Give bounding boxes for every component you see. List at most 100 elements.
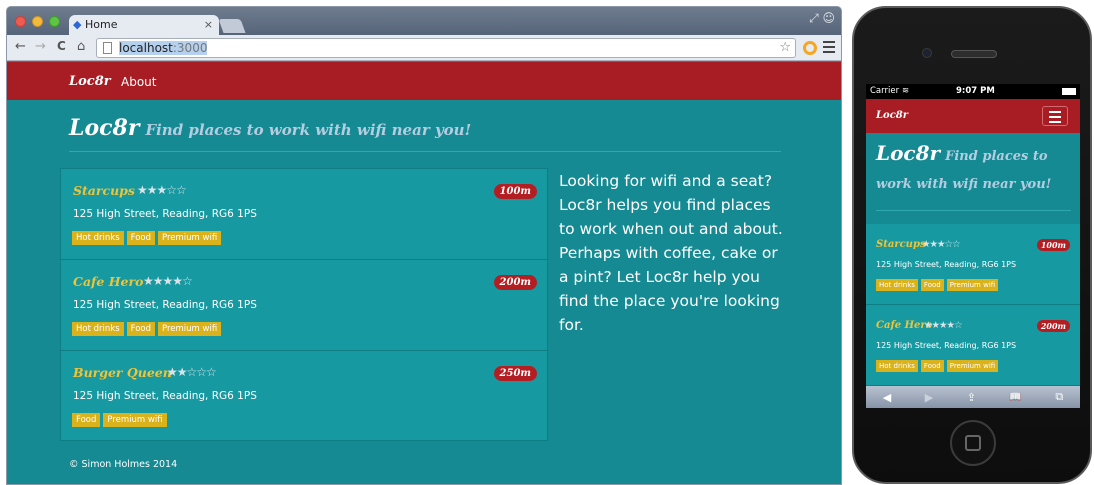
facility-tag: Premium wifi xyxy=(158,231,222,245)
facility-tag: Premium wifi xyxy=(158,322,222,336)
rating-stars-icon: ★★★★☆ xyxy=(924,320,963,331)
phone-navbar-brand[interactable]: Loc8r xyxy=(876,110,908,121)
facility-tag: Hot drinks xyxy=(876,279,918,291)
wifi-icon: ≋ xyxy=(902,86,910,96)
battery-icon xyxy=(1062,88,1076,95)
location-name[interactable]: Starcups xyxy=(73,183,135,198)
distance-badge: 100m xyxy=(493,184,537,199)
page-tagline: Find places to work with wifi near you! xyxy=(145,121,472,139)
location-list: Starcups ★★★☆☆ 100m 125 High Street, Rea… xyxy=(60,168,548,441)
extension-icon[interactable] xyxy=(803,41,817,55)
phone-header-divider xyxy=(876,210,1071,211)
tab-title: Home xyxy=(85,18,118,31)
location-address: 125 High Street, Reading, RG6 1PS xyxy=(73,390,257,402)
distance-badge: 100m xyxy=(1036,239,1070,251)
facility-tag: Hot drinks xyxy=(876,360,918,372)
safari-tabs-icon[interactable]: ⧉ xyxy=(1055,390,1063,404)
page-footer: © Simon Holmes 2014 xyxy=(69,459,178,470)
facility-tags: Hot drinks Food Premium wifi xyxy=(876,279,999,291)
facility-tag: Food xyxy=(72,413,101,427)
browser-window: ◆ Home × ⤢ ☺ ← → C ⌂ localhost:3000 ☆ Lo… xyxy=(6,6,842,485)
rating-stars-icon: ★★★☆☆ xyxy=(922,239,961,250)
page-logo: Loc8r xyxy=(69,115,140,141)
list-item: Cafe Hero ★★★★☆ 200m 125 High Street, Re… xyxy=(61,260,547,351)
list-item: Cafe Hero ★★★★☆ 200m 125 High Street, Re… xyxy=(866,305,1080,386)
facility-tag: Food xyxy=(126,322,156,336)
facility-tags: Hot drinks Food Premium wifi xyxy=(876,360,999,372)
carrier-label: Carrier xyxy=(870,86,900,96)
new-tab-button[interactable] xyxy=(218,19,246,33)
forward-button[interactable]: → xyxy=(35,39,46,54)
tab-close-icon[interactable]: × xyxy=(204,15,213,35)
facility-tags: Hot drinks Food Premium wifi xyxy=(72,231,222,245)
bookmark-star-icon[interactable]: ☆ xyxy=(779,39,791,57)
rating-stars-icon: ★★★☆☆ xyxy=(137,183,187,197)
safari-toolbar: ◀ ▶ ⇪ 📖 ⧉ xyxy=(866,386,1080,408)
url-text: localhost:3000 xyxy=(119,41,208,55)
location-address: 125 High Street, Reading, RG6 1PS xyxy=(876,341,1017,350)
header-divider xyxy=(69,151,781,152)
nav-about-link[interactable]: About xyxy=(121,75,156,89)
navbar-brand[interactable]: Loc8r xyxy=(69,74,111,89)
location-name[interactable]: Burger Queen xyxy=(73,365,172,380)
facility-tag: Premium wifi xyxy=(946,279,999,291)
ios-status-bar: Carrier ≋ 9:07 PM xyxy=(866,84,1080,99)
tab-home[interactable]: ◆ Home × xyxy=(69,15,219,35)
list-item: Starcups ★★★☆☆ 100m 125 High Street, Rea… xyxy=(866,224,1080,305)
rating-stars-icon: ★★☆☆☆ xyxy=(167,365,217,379)
phone-page-logo: Loc8r xyxy=(876,141,941,165)
zoom-window-button[interactable] xyxy=(49,16,60,27)
title-bar: ◆ Home × ⤢ ☺ xyxy=(7,7,841,35)
page-icon xyxy=(103,42,112,54)
tab-favicon-icon: ◆ xyxy=(73,18,82,31)
home-button[interactable] xyxy=(950,420,996,466)
phone-page-header: Loc8r Find places to work with wifi near… xyxy=(876,140,1071,198)
location-address: 125 High Street, Reading, RG6 1PS xyxy=(876,260,1017,269)
url-port: :3000 xyxy=(172,41,208,55)
site-navbar: Loc8r About xyxy=(7,62,841,100)
browser-menu-icon[interactable] xyxy=(823,41,835,53)
sidebar-description: Looking for wifi and a seat? Loc8r helps… xyxy=(559,172,783,334)
url-host: localhost xyxy=(119,41,173,55)
fullscreen-icon[interactable]: ⤢ ☺ xyxy=(809,11,835,26)
facility-tag: Hot drinks xyxy=(72,322,124,336)
minimize-window-button[interactable] xyxy=(32,16,43,27)
facility-tag: Food xyxy=(920,279,944,291)
home-button[interactable]: ⌂ xyxy=(77,39,85,54)
distance-badge: 200m xyxy=(493,275,537,290)
status-time: 9:07 PM xyxy=(956,86,995,96)
phone-location-list: Starcups ★★★☆☆ 100m 125 High Street, Rea… xyxy=(866,224,1080,386)
browser-toolbar: ← → C ⌂ localhost:3000 ☆ xyxy=(7,35,841,61)
back-button[interactable]: ← xyxy=(15,39,26,54)
reload-button[interactable]: C xyxy=(57,39,66,53)
safari-share-icon[interactable]: ⇪ xyxy=(967,391,976,404)
list-item: Starcups ★★★☆☆ 100m 125 High Street, Rea… xyxy=(61,169,547,260)
page-header: Loc8r Find places to work with wifi near … xyxy=(69,115,781,141)
distance-badge: 250m xyxy=(493,366,537,381)
list-item: Burger Queen ★★☆☆☆ 250m 125 High Street,… xyxy=(61,351,547,442)
speaker-grille xyxy=(951,50,997,58)
safari-back-icon[interactable]: ◀ xyxy=(883,391,891,404)
phone-screen: Carrier ≋ 9:07 PM Loc8r Loc8r Find place… xyxy=(866,84,1080,408)
address-bar[interactable]: localhost:3000 ☆ xyxy=(96,38,796,58)
facility-tag: Hot drinks xyxy=(72,231,124,245)
facility-tags: Hot drinks Food Premium wifi xyxy=(72,322,222,336)
facility-tag: Food xyxy=(920,360,944,372)
safari-bookmarks-icon[interactable]: 📖 xyxy=(1009,392,1021,403)
location-name[interactable]: Cafe Hero xyxy=(73,274,143,289)
location-address: 125 High Street, Reading, RG6 1PS xyxy=(73,299,257,311)
location-name[interactable]: Starcups xyxy=(876,239,926,250)
hamburger-menu-icon[interactable] xyxy=(1042,106,1068,126)
location-address: 125 High Street, Reading, RG6 1PS xyxy=(73,208,257,220)
phone-navbar: Loc8r xyxy=(866,99,1080,133)
distance-badge: 200m xyxy=(1036,320,1070,332)
facility-tag: Food xyxy=(126,231,156,245)
facility-tags: Food Premium wifi xyxy=(72,413,167,427)
camera-icon xyxy=(922,48,932,58)
facility-tag: Premium wifi xyxy=(946,360,999,372)
rating-stars-icon: ★★★★☆ xyxy=(143,274,193,288)
close-window-button[interactable] xyxy=(15,16,26,27)
safari-forward-icon[interactable]: ▶ xyxy=(925,391,933,404)
facility-tag: Premium wifi xyxy=(103,413,167,427)
iphone-device: Carrier ≋ 9:07 PM Loc8r Loc8r Find place… xyxy=(852,6,1092,484)
